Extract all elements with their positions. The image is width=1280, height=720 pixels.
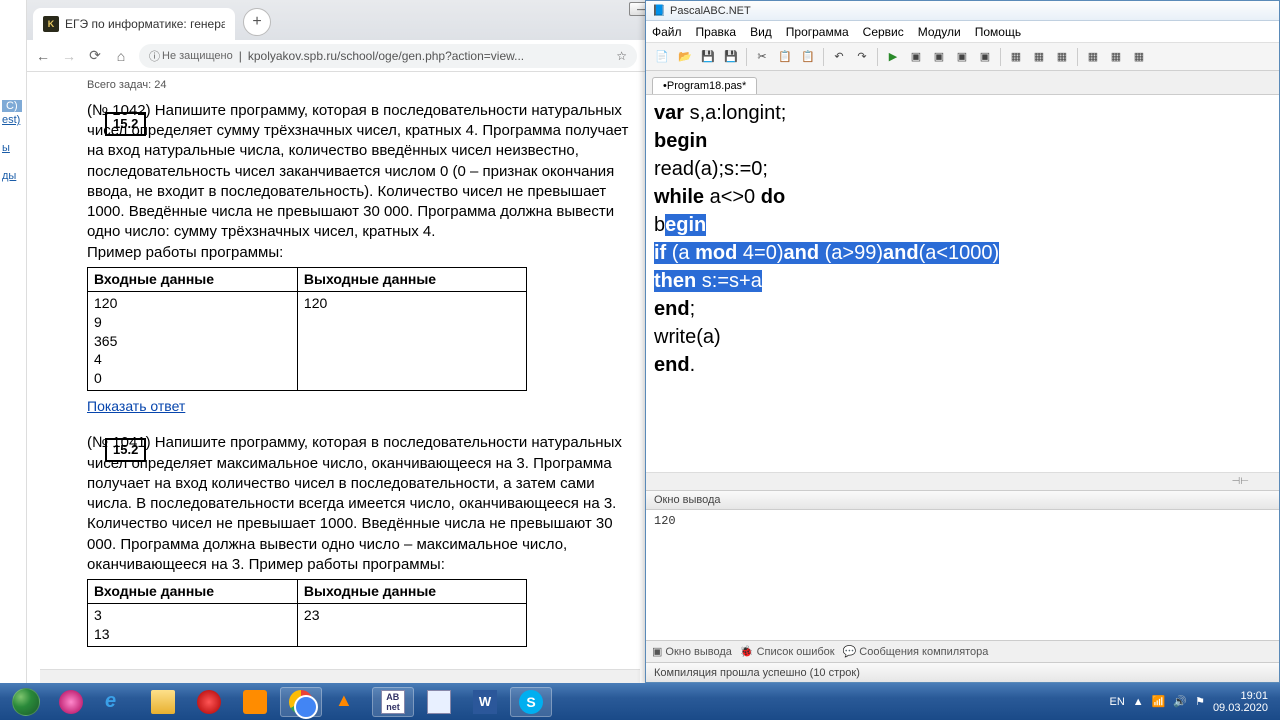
open-icon[interactable]: 📂 bbox=[675, 47, 695, 67]
tab-compiler[interactable]: 💬 Сообщения компилятора bbox=[843, 645, 989, 658]
menu-edit[interactable]: Правка bbox=[696, 25, 737, 39]
output-header: Окно вывода bbox=[646, 490, 1279, 510]
example-label: Пример работы программы: bbox=[87, 243, 633, 263]
h-scrollbar[interactable]: ⊣⊢ bbox=[646, 472, 1279, 490]
output-panel: 120 bbox=[646, 510, 1279, 640]
tab-bar: K ЕГЭ по информатике: генератор + bbox=[27, 0, 645, 40]
security-badge: ⓘ Не защищено bbox=[149, 48, 233, 64]
panel-icon[interactable]: ▦ bbox=[1083, 47, 1103, 67]
task-icon[interactable] bbox=[50, 687, 92, 717]
code-editor[interactable]: var s,a:longint; begin read(a);s:=0; whi… bbox=[646, 95, 1279, 472]
task-text: Напишите программу, которая в последоват… bbox=[87, 434, 622, 573]
ide-menu: Файл Правка Вид Программа Сервис Модули … bbox=[646, 21, 1279, 43]
menu-program[interactable]: Программа bbox=[786, 25, 849, 39]
system-tray: EN ▲ 📶 🔊 ⚑ 19:01 09.03.2020 bbox=[1109, 690, 1274, 714]
step-icon[interactable]: ▣ bbox=[952, 47, 972, 67]
status-bar: Компиляция прошла успешно (10 строк) bbox=[646, 662, 1279, 682]
saveall-icon[interactable]: 💾 bbox=[721, 47, 741, 67]
ide-window: 📘 PascalABC.NET Файл Правка Вид Программ… bbox=[645, 0, 1280, 683]
ide-toolbar: 📄 📂 💾 💾 ✂ 📋 📋 ↶ ↷ ▶ ▣ ▣ ▣ ▣ ▦ ▦ ▦ ▦ ▦ ▦ bbox=[646, 43, 1279, 71]
tray-network-icon[interactable]: 📶 bbox=[1152, 695, 1166, 708]
task-count: Всего задач: 24 bbox=[87, 78, 633, 93]
side-link[interactable]: C) bbox=[2, 100, 22, 112]
task-skype-icon[interactable]: S bbox=[510, 687, 552, 717]
redo-icon[interactable]: ↷ bbox=[852, 47, 872, 67]
task-opera-icon[interactable] bbox=[188, 687, 230, 717]
side-link[interactable]: ды bbox=[2, 170, 22, 182]
tray-icon[interactable]: ⚑ bbox=[1195, 695, 1205, 708]
back-icon[interactable]: ← bbox=[35, 48, 51, 64]
forward-icon[interactable]: → bbox=[61, 48, 77, 64]
new-tab-button[interactable]: + bbox=[243, 8, 271, 36]
taskbar: e ▲ ABnet W S EN ▲ 📶 🔊 ⚑ 19:01 09.03.202… bbox=[0, 683, 1280, 720]
h-scrollbar[interactable] bbox=[40, 669, 640, 683]
task-1: 15.2 (№ 1042) Напишите программу, котора… bbox=[87, 101, 633, 418]
task-vlc-icon[interactable]: ▲ bbox=[326, 687, 368, 717]
star-icon[interactable]: ☆ bbox=[616, 49, 627, 63]
panel-icon[interactable]: ▦ bbox=[1052, 47, 1072, 67]
panel-icon[interactable]: ▦ bbox=[1106, 47, 1126, 67]
task-number: 15.2 bbox=[105, 438, 146, 462]
panel-icon[interactable]: ▦ bbox=[1006, 47, 1026, 67]
new-file-icon[interactable]: 📄 bbox=[652, 47, 672, 67]
task-chrome-icon[interactable] bbox=[280, 687, 322, 717]
home-icon[interactable]: ⌂ bbox=[113, 48, 129, 64]
task-ie-icon[interactable]: e bbox=[96, 687, 138, 717]
step-icon[interactable]: ▣ bbox=[929, 47, 949, 67]
run-icon[interactable]: ▶ bbox=[883, 47, 903, 67]
favicon: K bbox=[43, 16, 59, 32]
io-table: Входные данныеВыходные данные 120 9 365 … bbox=[87, 267, 527, 391]
task-2: 15.2 (№ 1041) Напишите программу, котора… bbox=[87, 433, 633, 646]
ide-file-tabs: •Program18.pas* bbox=[646, 71, 1279, 95]
cut-icon[interactable]: ✂ bbox=[752, 47, 772, 67]
ide-icon: 📘 bbox=[652, 4, 666, 18]
ide-title-text: PascalABC.NET bbox=[670, 5, 751, 17]
show-answer-link[interactable]: Показать ответ bbox=[87, 397, 185, 416]
panel-icon[interactable]: ▦ bbox=[1029, 47, 1049, 67]
copy-icon[interactable]: 📋 bbox=[775, 47, 795, 67]
menu-view[interactable]: Вид bbox=[750, 25, 772, 39]
tray-flag-icon[interactable]: ▲ bbox=[1133, 696, 1144, 708]
task-number: 15.2 bbox=[105, 112, 146, 136]
menu-service[interactable]: Сервис bbox=[863, 25, 904, 39]
task-pascal-icon[interactable]: ABnet bbox=[372, 687, 414, 717]
start-button[interactable] bbox=[6, 687, 46, 717]
menu-help[interactable]: Помощь bbox=[975, 25, 1021, 39]
ide-bottom-tabs: ▣ Окно вывода 🐞 Список ошибок 💬 Сообщени… bbox=[646, 640, 1279, 662]
lang-indicator[interactable]: EN bbox=[1109, 696, 1124, 708]
menu-file[interactable]: Файл bbox=[652, 25, 682, 39]
side-link[interactable]: ы bbox=[2, 142, 22, 154]
tab-errors[interactable]: 🐞 Список ошибок bbox=[740, 645, 835, 658]
task-text: Напишите программу, которая в последоват… bbox=[87, 102, 628, 241]
file-tab[interactable]: •Program18.pas* bbox=[652, 77, 757, 94]
stop-icon[interactable]: ▣ bbox=[906, 47, 926, 67]
menu-modules[interactable]: Модули bbox=[918, 25, 961, 39]
save-icon[interactable]: 💾 bbox=[698, 47, 718, 67]
task-folder-icon[interactable] bbox=[142, 687, 184, 717]
task-word-icon[interactable]: W bbox=[464, 687, 506, 717]
task-notepad-icon[interactable] bbox=[418, 687, 460, 717]
browser-window: K ЕГЭ по информатике: генератор + ← → ⟳ … bbox=[27, 0, 645, 683]
paste-icon[interactable]: 📋 bbox=[798, 47, 818, 67]
url-input[interactable]: ⓘ Не защищено | kpolyakov.spb.ru/school/… bbox=[139, 44, 637, 68]
io-table: Входные данныеВыходные данные 3 1323 bbox=[87, 579, 527, 647]
undo-icon[interactable]: ↶ bbox=[829, 47, 849, 67]
step-icon[interactable]: ▣ bbox=[975, 47, 995, 67]
clock[interactable]: 19:01 09.03.2020 bbox=[1213, 690, 1268, 714]
url-text: kpolyakov.spb.ru/school/oge/gen.php?acti… bbox=[248, 49, 524, 63]
ide-titlebar: 📘 PascalABC.NET bbox=[646, 1, 1279, 21]
tray-volume-icon[interactable]: 🔊 bbox=[1173, 695, 1187, 708]
address-bar: ← → ⟳ ⌂ ⓘ Не защищено | kpolyakov.spb.ru… bbox=[27, 40, 645, 72]
reload-icon[interactable]: ⟳ bbox=[87, 48, 103, 64]
side-link[interactable]: est) bbox=[2, 114, 22, 126]
tab-output[interactable]: ▣ Окно вывода bbox=[652, 645, 732, 658]
page-content: Всего задач: 24 15.2 (№ 1042) Напишите п… bbox=[27, 72, 645, 683]
tab-title: ЕГЭ по информатике: генератор bbox=[65, 17, 225, 31]
panel-icon[interactable]: ▦ bbox=[1129, 47, 1149, 67]
browser-tab[interactable]: K ЕГЭ по информатике: генератор bbox=[33, 8, 235, 40]
task-media-icon[interactable] bbox=[234, 687, 276, 717]
